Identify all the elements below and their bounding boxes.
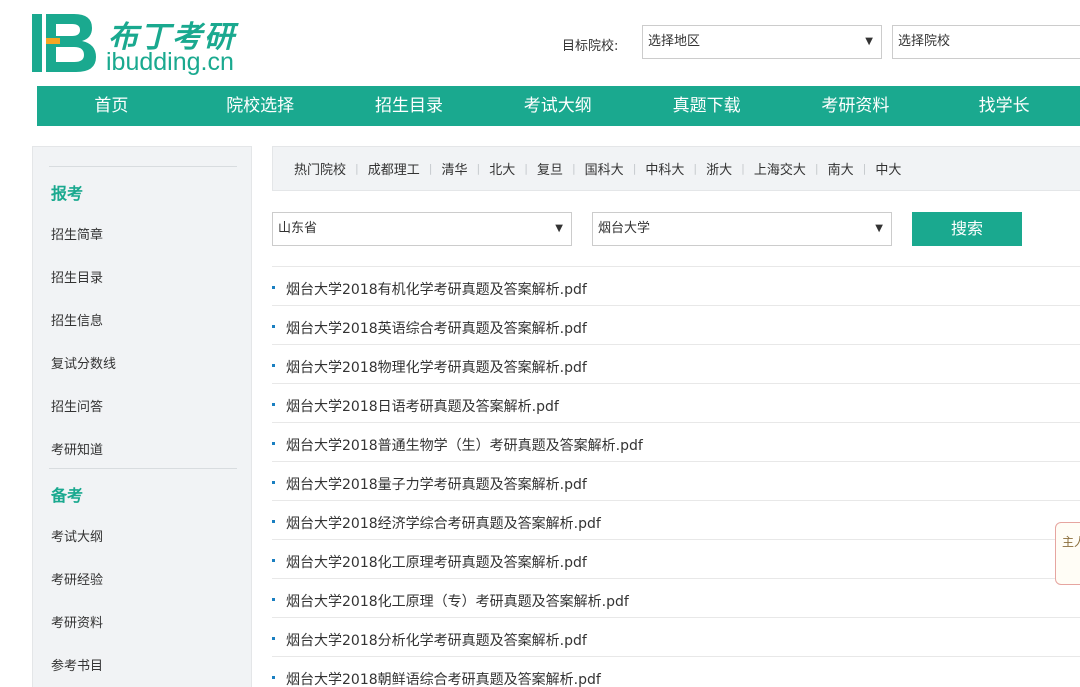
list-item[interactable]: 烟台大学2018朝鲜语综合考研真题及答案解析.pdf [272,656,1080,687]
region-select-value: 选择地区 [648,34,701,49]
file-link[interactable]: 烟台大学2018英语综合考研真题及答案解析.pdf [286,318,587,338]
list-item[interactable]: 烟台大学2018经济学综合考研真题及答案解析.pdf [272,500,1080,539]
bullet-icon [272,442,275,445]
list-item[interactable]: 烟台大学2018物理化学考研真题及答案解析.pdf [272,344,1080,383]
file-link[interactable]: 烟台大学2018经济学综合考研真题及答案解析.pdf [286,513,601,533]
nav-item-enrollment-catalog[interactable]: 招生目录 [335,86,484,126]
file-link[interactable]: 烟台大学2018化工原理考研真题及答案解析.pdf [286,552,587,572]
hot-schools-label: 热门院校 [294,163,347,178]
sidebar: 报考 招生简章 招生目录 招生信息 复试分数线 招生问答 考研知道 备考 考试大… [32,146,252,687]
bullet-icon [272,364,275,367]
list-item[interactable]: 烟台大学2018化工原理（专）考研真题及答案解析.pdf [272,578,1080,617]
chevron-down-icon: ▼ [865,36,873,47]
sidebar-divider [49,166,237,167]
main-nav: 首页 院校选择 招生目录 考试大纲 真题下载 考研资料 找学长 [37,86,1080,126]
hot-school-link[interactable]: 浙大 [697,159,741,178]
list-item[interactable]: 烟台大学2018分析化学考研真题及答案解析.pdf [272,617,1080,656]
bullet-icon [272,325,275,328]
hot-school-link[interactable]: 南大 [819,159,863,178]
university-select[interactable]: 烟台大学 ▼ [592,212,892,246]
sidebar-divider [49,468,237,469]
school-select-input[interactable]: 选择院校 [892,25,1080,59]
chevron-down-icon: ▼ [875,223,883,234]
sidebar-item-admission-catalog[interactable]: 招生目录 [51,267,103,286]
bullet-icon [272,676,275,679]
sidebar-item-reference-books[interactable]: 参考书目 [51,655,103,674]
file-link[interactable]: 烟台大学2018物理化学考研真题及答案解析.pdf [286,357,587,377]
sidebar-heading-apply: 报考 [51,184,84,203]
chevron-down-icon: ▼ [555,223,563,234]
hot-school-link[interactable]: 清华 [432,159,476,178]
hot-school-link[interactable]: 北大 [480,159,524,178]
target-school-label: 目标院校: [562,39,619,54]
list-item[interactable]: 烟台大学2018英语综合考研真题及答案解析.pdf [272,305,1080,344]
list-item[interactable]: 烟台大学2018普通生物学（生）考研真题及答案解析.pdf [272,422,1080,461]
file-link[interactable]: 烟台大学2018日语考研真题及答案解析.pdf [286,396,559,416]
file-link[interactable]: 烟台大学2018分析化学考研真题及答案解析.pdf [286,630,587,650]
school-input-placeholder: 选择院校 [898,34,951,49]
sidebar-item-admission-brochure[interactable]: 招生简章 [51,224,103,243]
sidebar-item-exam-knowledge[interactable]: 考研知道 [51,439,103,458]
sidebar-item-admission-info[interactable]: 招生信息 [51,310,103,329]
hot-school-link[interactable]: 复旦 [528,159,572,178]
sidebar-item-admission-qa[interactable]: 招生问答 [51,396,103,415]
hot-schools-bar: 热门院校 | 成都理工 | 清华 | 北大 | 复旦 | 国科大 | 中科大 |… [272,146,1080,191]
hot-school-link[interactable]: 中大 [866,159,910,178]
sidebar-item-exam-syllabus[interactable]: 考试大纲 [51,526,103,545]
nav-item-materials[interactable]: 考研资料 [781,86,930,126]
site-logo[interactable]: 布丁考研 ibudding.cn [30,10,250,76]
bullet-icon [272,286,275,289]
province-select-value: 山东省 [278,221,318,236]
list-item[interactable]: 烟台大学2018化工原理考研真题及答案解析.pdf [272,539,1080,578]
sidebar-heading-prepare: 备考 [51,486,84,505]
hot-school-link[interactable]: 中科大 [636,159,693,178]
hot-school-link[interactable]: 成都理工 [359,159,429,178]
list-item[interactable]: 烟台大学2018有机化学考研真题及答案解析.pdf [272,266,1080,305]
nav-item-exam-syllabus[interactable]: 考试大纲 [483,86,632,126]
logo-book-icon [32,14,96,72]
search-button[interactable]: 搜索 [912,212,1022,246]
hot-school-link[interactable]: 上海交大 [745,159,815,178]
nav-item-school-selection[interactable]: 院校选择 [186,86,335,126]
nav-item-past-papers[interactable]: 真题下载 [632,86,781,126]
file-link[interactable]: 烟台大学2018朝鲜语综合考研真题及答案解析.pdf [286,669,601,687]
hot-school-link[interactable]: 国科大 [576,159,633,178]
file-link[interactable]: 烟台大学2018量子力学考研真题及答案解析.pdf [286,474,587,494]
university-select-value: 烟台大学 [598,221,651,236]
bullet-icon [272,520,275,523]
bullet-icon [272,559,275,562]
file-link[interactable]: 烟台大学2018普通生物学（生）考研真题及答案解析.pdf [286,435,643,455]
chat-widget-label: 主人 [1062,535,1080,549]
bullet-icon [272,637,275,640]
list-item[interactable]: 烟台大学2018量子力学考研真题及答案解析.pdf [272,461,1080,500]
nav-item-home[interactable]: 首页 [37,86,186,126]
file-list: 烟台大学2018有机化学考研真题及答案解析.pdf 烟台大学2018英语综合考研… [272,266,1080,687]
header: 布丁考研 ibudding.cn 目标院校: 选择地区 ▼ 选择院校 [0,0,1080,86]
sidebar-item-experience[interactable]: 考研经验 [51,569,103,588]
list-item[interactable]: 烟台大学2018日语考研真题及答案解析.pdf [272,383,1080,422]
chat-widget-tab[interactable]: 主人 [1055,522,1080,585]
sidebar-item-retest-score[interactable]: 复试分数线 [51,353,116,372]
logo-text-domain: ibudding.cn [106,48,234,76]
bullet-icon [272,403,275,406]
nav-item-find-senior[interactable]: 找学长 [930,86,1079,126]
region-select[interactable]: 选择地区 ▼ [642,25,882,59]
file-link[interactable]: 烟台大学2018化工原理（专）考研真题及答案解析.pdf [286,591,629,611]
province-select[interactable]: 山东省 ▼ [272,212,572,246]
sidebar-item-materials[interactable]: 考研资料 [51,612,103,631]
bullet-icon [272,598,275,601]
file-link[interactable]: 烟台大学2018有机化学考研真题及答案解析.pdf [286,279,587,299]
bullet-icon [272,481,275,484]
